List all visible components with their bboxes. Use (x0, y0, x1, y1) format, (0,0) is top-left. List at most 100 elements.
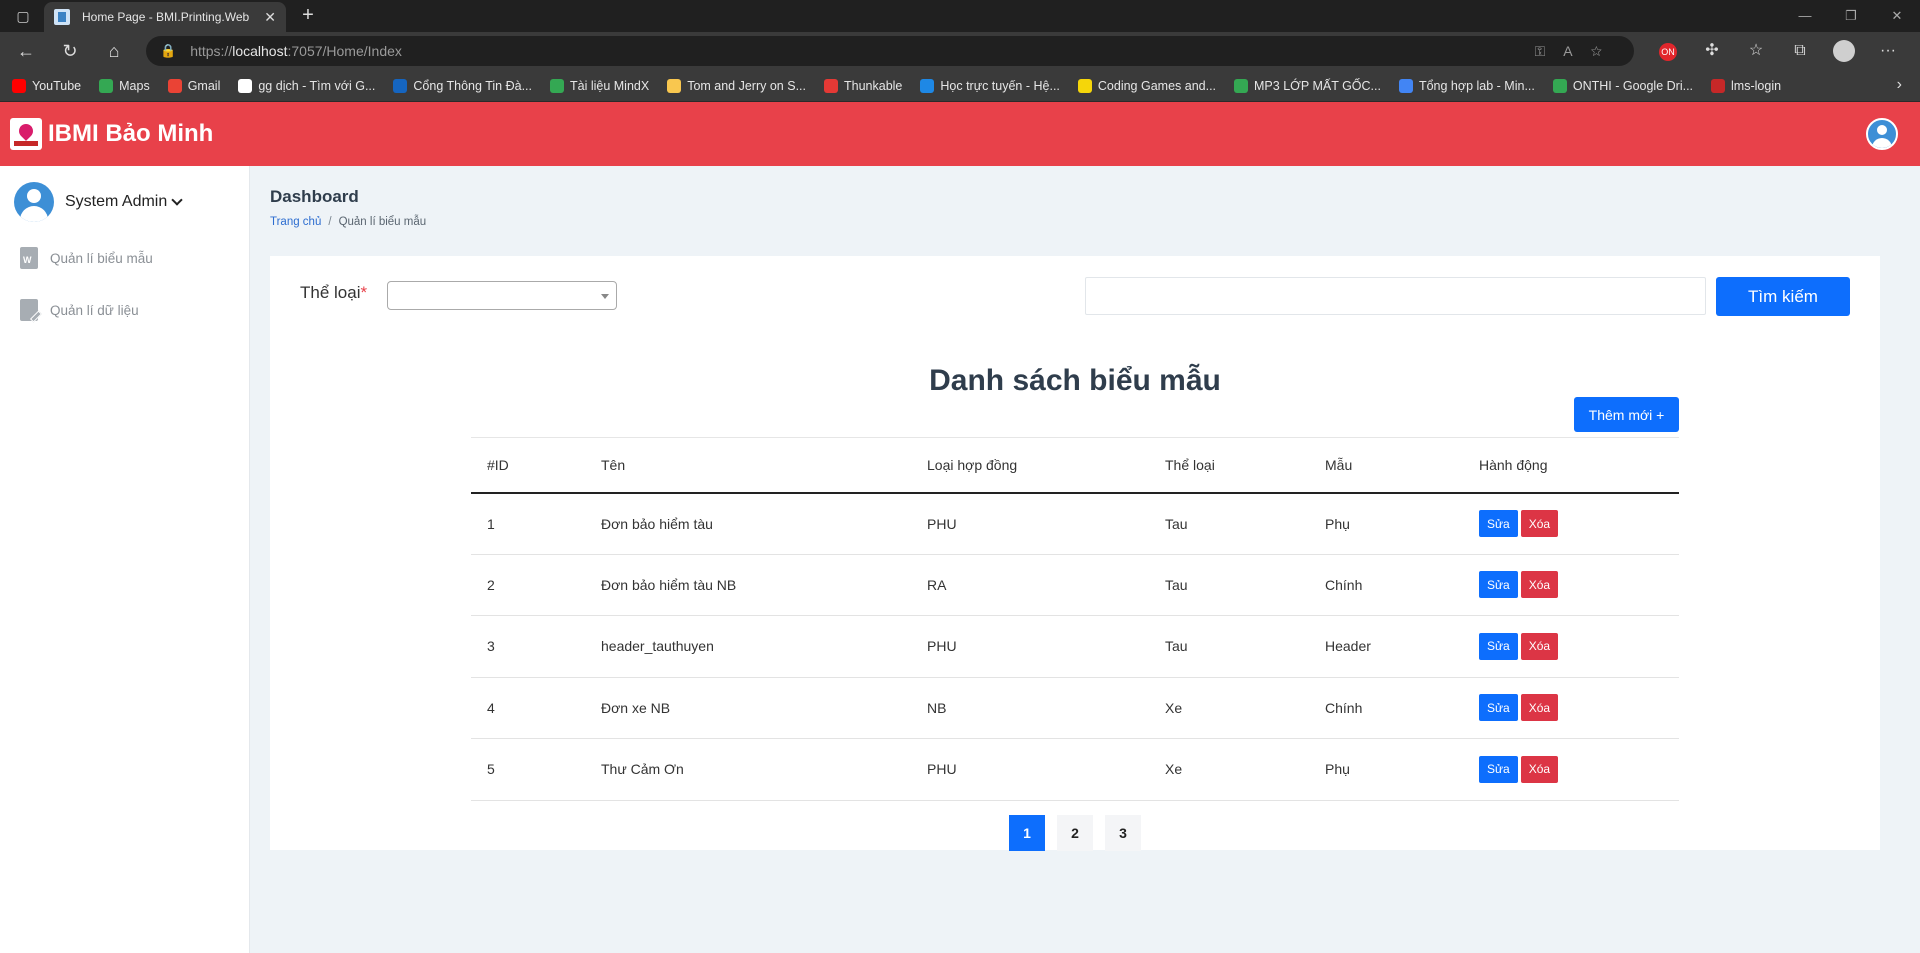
cell-template: Chính (1309, 554, 1463, 616)
bookmark-item[interactable]: Tài liệu MindX (549, 78, 649, 93)
required-mark: * (360, 283, 368, 302)
cell-actions: Sửa Xóa (1463, 615, 1679, 678)
delete-button[interactable]: Xóa (1520, 632, 1559, 660)
tab-actions-icon[interactable]: ▢ (0, 0, 46, 32)
table-row: 4 Đơn xe NB NB Xe Chính Sửa Xóa (471, 677, 1679, 739)
cell-contract-type: PHU (911, 738, 1149, 801)
browser-tab[interactable]: Home Page - BMI.Printing.Web ✕ (44, 2, 286, 32)
bookmark-item[interactable]: Học trực tuyến - Hệ... (920, 78, 1060, 93)
reload-icon[interactable]: ↻ (52, 35, 88, 67)
bookmark-favicon-icon (920, 78, 935, 93)
edit-button[interactable]: Sửa (1479, 632, 1518, 660)
column-header-template: Mẫu (1309, 437, 1463, 494)
bookmark-item[interactable]: gg dịch - Tìm với G... (238, 78, 375, 93)
bookmark-label: Học trực tuyến - Hệ... (940, 78, 1060, 93)
minimize-icon[interactable]: — (1782, 0, 1828, 32)
delete-button[interactable]: Xóa (1520, 571, 1559, 599)
document-edit-icon (20, 299, 38, 321)
bookmark-label: Cổng Thông Tin Đà... (413, 78, 532, 93)
search-input[interactable] (1085, 277, 1706, 315)
bookmark-item[interactable]: Tổng hợp lab - Min... (1398, 78, 1535, 93)
home-icon[interactable]: ⌂ (96, 35, 132, 67)
cell-name: Đơn xe NB (585, 677, 911, 739)
bookmark-label: Tổng hợp lab - Min... (1418, 78, 1535, 93)
edit-button[interactable]: Sửa (1479, 755, 1518, 783)
bookmark-favicon-icon (12, 78, 26, 93)
bookmark-item[interactable]: Maps (99, 78, 150, 93)
bookmark-item[interactable]: MP3 LỚP MẤT GỐC... (1234, 78, 1381, 93)
cell-name: Đơn bảo hiểm tàu (585, 492, 911, 555)
delete-button[interactable]: Xóa (1520, 510, 1559, 537)
edit-button[interactable]: Sửa (1479, 694, 1518, 722)
bookmark-item[interactable]: Cổng Thông Tin Đà... (393, 78, 532, 93)
new-tab-icon[interactable]: + (296, 4, 320, 27)
bookmark-favicon-icon (1398, 78, 1413, 93)
page-button[interactable]: 2 (1057, 815, 1093, 851)
breadcrumb: Trang chủ / Quản lí biểu mẫu (270, 216, 426, 228)
bookmark-item[interactable]: Thunkable (824, 78, 903, 93)
edit-button[interactable]: Sửa (1479, 510, 1518, 537)
page-button[interactable]: 3 (1105, 815, 1141, 851)
category-select[interactable] (387, 281, 617, 310)
bookmark-item[interactable]: Coding Games and... (1077, 78, 1216, 93)
close-tab-icon[interactable]: ✕ (264, 9, 276, 26)
delete-button[interactable]: Xóa (1520, 755, 1559, 783)
collections-icon[interactable]: ⧉ (1778, 36, 1822, 66)
bookmark-label: Gmail (187, 78, 221, 93)
cell-id: 3 (471, 615, 585, 678)
restore-icon[interactable]: ❐ (1828, 0, 1874, 32)
cell-category: Tau (1149, 492, 1309, 555)
list-title: Danh sách biểu mẫu (929, 364, 1221, 397)
url-field[interactable]: 🔒 https://localhost:7057/Home/Index ⚿A☆ (146, 36, 1634, 66)
close-window-icon[interactable]: ✕ (1874, 0, 1920, 32)
category-filter-label: Thể loại* (300, 283, 367, 303)
bookmark-label: MP3 LỚP MẤT GỐC... (1254, 78, 1381, 93)
column-header-actions: Hành động (1463, 437, 1679, 494)
bookmark-item[interactable]: lms-login (1711, 78, 1781, 93)
browser-toolbar: ON ✣ ☆ ⧉ ··· (1646, 36, 1910, 66)
sidebar-item-label: Quản lí dữ liệu (50, 302, 139, 318)
url-host: localhost (232, 43, 288, 59)
breadcrumb-separator: / (328, 216, 332, 228)
bookmark-favicon-icon (1711, 78, 1726, 93)
bookmark-item[interactable]: Tom and Jerry on S... (667, 78, 806, 93)
cell-contract-type: NB (911, 677, 1149, 739)
bao-minh-logo-icon (10, 118, 42, 150)
extensions-icon[interactable]: ✣ (1690, 36, 1734, 66)
cell-actions: Sửa Xóa (1463, 738, 1679, 801)
back-icon[interactable]: ← (8, 35, 44, 67)
sidebar-item-data-management[interactable]: Quản lí dữ liệu (0, 298, 249, 322)
lock-icon[interactable]: 🔒 (160, 43, 176, 59)
url-scheme: https:// (190, 43, 233, 59)
sidebar-item-form-management[interactable]: Quản lí biểu mẫu (0, 246, 249, 270)
url-action-icons[interactable]: ⚿A☆ (1535, 43, 1620, 60)
favorites-icon[interactable]: ☆ (1734, 36, 1778, 66)
tab-title: Home Page - BMI.Printing.Web (82, 10, 250, 24)
brand-title: IBMI Bảo Minh (48, 120, 214, 147)
extension-red-icon[interactable]: ON (1646, 36, 1690, 66)
cell-name: Đơn bảo hiểm tàu NB (585, 554, 911, 616)
more-icon[interactable]: ··· (1866, 36, 1910, 66)
search-button[interactable]: Tìm kiếm (1716, 277, 1850, 316)
bookmark-label: Thunkable (844, 78, 903, 93)
delete-button[interactable]: Xóa (1520, 694, 1559, 722)
breadcrumb-home-link[interactable]: Trang chủ (270, 216, 321, 228)
page-button[interactable]: 1 (1009, 815, 1045, 851)
column-header-id: #ID (471, 437, 585, 494)
bookmark-favicon-icon (1234, 78, 1249, 93)
edit-button[interactable]: Sửa (1479, 571, 1518, 599)
cell-template: Chính (1309, 677, 1463, 739)
bookmark-item[interactable]: Gmail (167, 78, 221, 93)
bookmark-label: YouTube (32, 78, 82, 93)
user-menu[interactable]: System Admin (0, 166, 249, 222)
header-user-avatar-icon[interactable] (1866, 118, 1898, 150)
profile-icon[interactable] (1822, 36, 1866, 66)
window-controls: — ❐ ✕ (1782, 0, 1920, 32)
bookmarks-overflow-icon[interactable]: › (1897, 76, 1902, 94)
bookmark-item[interactable]: YouTube (12, 78, 82, 93)
add-new-button[interactable]: Thêm mới + (1574, 397, 1679, 432)
bookmark-item[interactable]: ONTHI - Google Dri... (1552, 78, 1693, 93)
cell-category: Xe (1149, 677, 1309, 739)
breadcrumb-current: Quản lí biểu mẫu (338, 216, 427, 228)
cell-template: Phụ (1309, 738, 1463, 801)
